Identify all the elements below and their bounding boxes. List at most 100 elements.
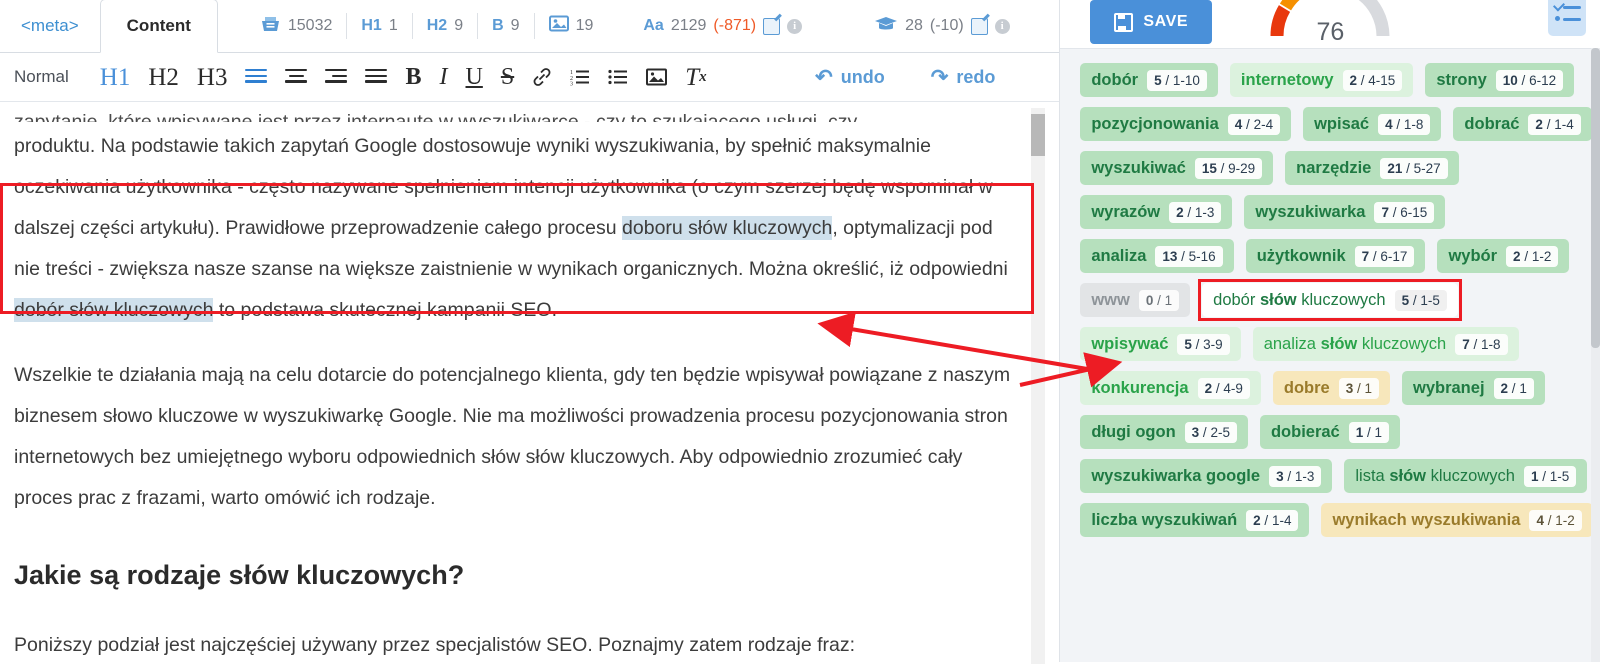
keyword-tag-label: dobre [1283, 378, 1330, 397]
keyword-tag[interactable]: pozycjonowania 4 / 2-4 [1080, 107, 1292, 141]
align-center-icon[interactable] [285, 69, 308, 85]
panel-scrollbar[interactable] [1591, 48, 1600, 662]
stat-h2[interactable]: H2 9 [413, 13, 479, 39]
keyword-tag-label: wyszukiwarka google [1091, 466, 1261, 485]
keyword-tag-count: 2 / 1-3 [1169, 201, 1222, 223]
save-icon [1114, 12, 1134, 32]
align-left-icon[interactable] [365, 69, 388, 85]
bold-button[interactable]: B [405, 65, 421, 89]
svg-text:3: 3 [570, 82, 573, 87]
keyword-tag-label: wpisać [1314, 114, 1370, 133]
keyword-tag[interactable]: wpisać 4 / 1-8 [1303, 107, 1442, 141]
info-icon[interactable]: i [787, 18, 803, 34]
keyword-tag[interactable]: dobór 5 / 1-10 [1080, 63, 1218, 97]
keyword-tag[interactable]: wyrazów 2 / 1-3 [1080, 195, 1233, 229]
strikethrough-button[interactable]: S [501, 65, 514, 89]
keyword-tag[interactable]: użytkownik 7 / 6-17 [1245, 239, 1426, 273]
stat-readability[interactable]: 28 (-10) i [860, 13, 1024, 39]
info-icon-2[interactable]: i [994, 18, 1010, 34]
keyword-tag[interactable]: wpisywać 5 / 3-9 [1080, 327, 1241, 361]
keyword-tag[interactable]: wyszukiwać 15 / 9-29 [1080, 151, 1274, 185]
link-icon[interactable] [532, 67, 552, 87]
paragraph-1[interactable]: produktu. Na podstawie takich zapytań Go… [14, 126, 1017, 331]
keyword-tag-count: 4 / 1-2 [1529, 509, 1582, 531]
italic-button[interactable]: I [440, 65, 448, 89]
keyword-tag[interactable]: długi ogon 3 / 2-5 [1080, 415, 1248, 449]
keyword-tag[interactable]: liczba wyszukiwań 2 / 1-4 [1080, 503, 1310, 537]
keyword-tag[interactable]: www 0 / 1 [1080, 283, 1191, 317]
keyword-tag-count: 2 / 1-4 [1246, 509, 1299, 531]
keyword-tag[interactable]: dobierać 1 / 1 [1259, 415, 1401, 449]
clear-format-icon[interactable]: Tx [685, 65, 706, 90]
stat-h1[interactable]: H1 1 [347, 13, 413, 39]
tab-content[interactable]: Content [99, 0, 218, 53]
stat-bold[interactable]: B 9 [478, 13, 535, 39]
edit-icon[interactable] [763, 17, 781, 35]
redo-button[interactable]: ↷ redo [931, 65, 996, 90]
editor-topbar: <meta> Content 15032 H1 1 H2 9 B 9 19 Aa… [0, 0, 1060, 53]
keyword-tag[interactable]: strony 10 / 6-12 [1425, 63, 1575, 97]
keyword-tag-label: długi ogon [1091, 422, 1176, 441]
stat-basket[interactable]: 15032 [246, 13, 348, 39]
stat-characters[interactable]: Aa 2129 (-871) i [629, 13, 816, 39]
redo-label: redo [956, 66, 996, 87]
keyword-tag-label: pozycjonowania [1091, 114, 1219, 133]
heading1-button[interactable]: H1 [100, 65, 131, 90]
edit-icon-2[interactable] [970, 17, 988, 35]
stat-h1-value: 1 [388, 17, 398, 34]
keyword-tag-label: lista słów kluczowych [1355, 466, 1515, 485]
stat-readability-value: 28 [905, 17, 923, 34]
keyword-tag-count: 0 / 1 [1138, 289, 1180, 311]
tab-meta[interactable]: <meta> [0, 0, 100, 52]
keyword-tag[interactable]: internetowy 2 / 4-15 [1229, 63, 1414, 97]
bulleted-list-icon[interactable] [608, 68, 628, 86]
editor-scrollbar-thumb[interactable] [1031, 114, 1046, 156]
keyword-tag[interactable]: dobre 3 / 1 [1272, 371, 1390, 405]
panel-scrollbar-thumb[interactable] [1591, 48, 1600, 348]
heading3-button[interactable]: H3 [197, 65, 228, 90]
keyword-tag-count: 7 / 6-17 [1354, 245, 1415, 267]
undo-redo-group: ↶ undo ↷ redo [815, 65, 995, 90]
checklist-icon[interactable] [1548, 0, 1586, 36]
keyword-tag-count: 21 / 5-27 [1380, 157, 1448, 179]
h2-icon: H2 [426, 17, 448, 34]
stat-bold-value: 9 [510, 17, 520, 34]
keyword-tag[interactable]: wybór 2 / 1-2 [1437, 239, 1570, 273]
heading2-button[interactable]: H2 [148, 65, 179, 90]
keyword-tag[interactable]: narzędzie 21 / 5-27 [1285, 151, 1459, 185]
numbered-list-icon[interactable]: 1 2 3 [570, 68, 590, 86]
keyword-tag-count: 15 / 9-29 [1194, 157, 1263, 179]
align-right-icon[interactable] [325, 69, 348, 85]
save-button[interactable]: SAVE [1090, 0, 1213, 44]
keyword-tag-count: 4 / 1-8 [1378, 113, 1431, 135]
keyword-tag-count: 5 / 1-10 [1147, 69, 1207, 91]
image-icon [548, 15, 569, 37]
section-heading[interactable]: Jakie są rodzaje słów kluczowych? [14, 559, 1017, 591]
clipped-line: zapytanie, które wpisywane jest przez in… [14, 111, 858, 122]
stat-images[interactable]: 19 [535, 13, 608, 39]
keyword-tag[interactable]: analiza słów kluczowych 7 / 1-8 [1252, 327, 1519, 361]
keyword-tag[interactable]: dobór słów kluczowych 5 / 1-5 [1202, 283, 1458, 317]
keyword-tag[interactable]: wyszukiwarka google 3 / 1-3 [1080, 459, 1333, 493]
keyword-tag-label: dobierać [1270, 422, 1340, 441]
undo-button[interactable]: ↶ undo [815, 65, 885, 90]
keyword-tag[interactable]: konkurencja 2 / 4-9 [1080, 371, 1261, 405]
keyword-tag[interactable]: lista słów kluczowych 1 / 1-5 [1344, 459, 1588, 493]
insert-image-icon[interactable] [646, 68, 668, 86]
keyword-tag[interactable]: analiza 13 / 5-16 [1080, 239, 1234, 273]
keyword-tag-label: wyszukiwarka [1255, 202, 1366, 221]
align-justify-icon[interactable] [245, 69, 268, 85]
keyword-tag-label: strony [1436, 70, 1487, 89]
paragraph-2[interactable]: Wszelkie te działania mają na celu dotar… [14, 355, 1017, 519]
keyword-tag[interactable]: wyszukiwarka 7 / 6-15 [1244, 195, 1446, 229]
paragraph-3[interactable]: Poniższy podział jest najczęściej używan… [14, 625, 1017, 664]
keyword-tag[interactable]: wybranej 2 / 1 [1402, 371, 1545, 405]
editor-scrollbar[interactable] [1031, 108, 1046, 664]
underline-button[interactable]: U [466, 65, 483, 89]
keyword-tag[interactable]: dobrać 2 / 1-4 [1453, 107, 1592, 141]
keyword-tag-count: 10 / 6-12 [1495, 69, 1564, 91]
keyword-tag[interactable]: wynikach wyszukiwania 4 / 1-2 [1321, 503, 1593, 537]
stat-images-value: 19 [575, 17, 594, 34]
document-body[interactable]: zapytanie, które wpisywane jest przez in… [0, 102, 1059, 664]
style-select[interactable]: Normal [14, 67, 69, 87]
